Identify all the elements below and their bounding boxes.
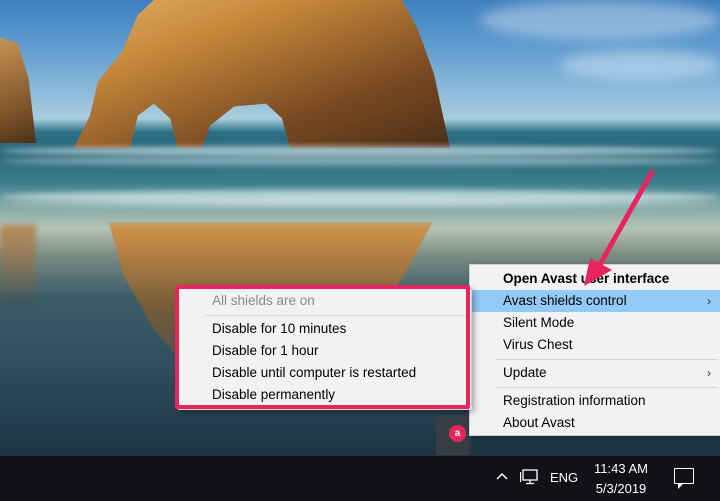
menu-separator — [205, 315, 467, 316]
menu-item-virus-chest[interactable]: Virus Chest — [470, 334, 720, 356]
chevron-right-icon: › — [707, 294, 711, 308]
menu-item-about-avast[interactable]: About Avast — [470, 412, 720, 434]
speech-bubble-icon[interactable] — [674, 468, 694, 489]
clock-time[interactable]: 11:43 AM — [588, 461, 654, 476]
menu-item-update[interactable]: Update › — [470, 362, 720, 384]
submenu-item-disable-1-hour[interactable]: Disable for 1 hour — [179, 340, 471, 362]
shields-control-submenu: All shields are on Disable for 10 minute… — [178, 288, 472, 410]
avast-tray-icon[interactable]: a — [449, 425, 466, 442]
shields-status-label: All shields are on — [212, 293, 315, 308]
chevron-right-icon: › — [707, 366, 711, 380]
sea-rock-arch — [74, 0, 450, 148]
annotation-arrow — [584, 169, 655, 286]
taskbar: ENG 11:43 AM 5/3/2019 — [0, 456, 720, 501]
avast-context-menu: Open Avast user interface Avast shields … — [469, 264, 720, 436]
menu-separator — [496, 359, 717, 360]
menu-item-shields-control[interactable]: Avast shields control › — [470, 290, 720, 312]
monitor-network-icon[interactable] — [520, 469, 538, 485]
chevron-up-icon[interactable] — [496, 472, 508, 480]
menu-separator — [496, 387, 717, 388]
language-indicator[interactable]: ENG — [550, 470, 578, 485]
sea-rock-left — [0, 38, 36, 143]
menu-item-silent-mode[interactable]: Silent Mode — [470, 312, 720, 334]
submenu-item-disable-permanently[interactable]: Disable permanently — [179, 384, 471, 406]
submenu-item-disable-until-restart[interactable]: Disable until computer is restarted — [179, 362, 471, 384]
clock-date[interactable]: 5/3/2019 — [588, 481, 654, 496]
menu-item-registration[interactable]: Registration information — [470, 390, 720, 412]
submenu-item-disable-10-min[interactable]: Disable for 10 minutes — [179, 318, 471, 340]
